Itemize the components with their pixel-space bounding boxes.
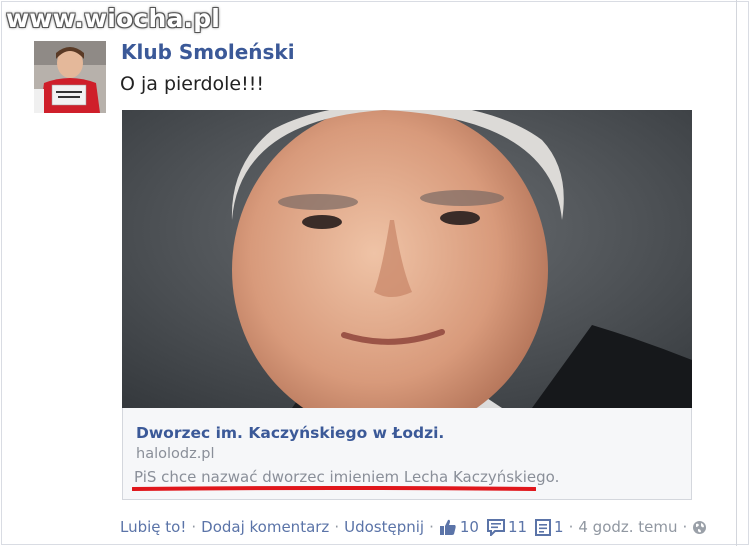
action-bar: Lubię to! · Dodaj komentarz · Udostępnij… (120, 516, 707, 538)
share-link[interactable]: Udostępnij (344, 518, 424, 536)
comments-count-button[interactable]: 11 (486, 518, 528, 536)
likes-count: 10 (459, 518, 479, 536)
red-highlight-underline (132, 486, 536, 491)
post-message: O ja pierdole!!! (120, 73, 264, 95)
likes-count-button[interactable]: 10 (439, 518, 479, 536)
shared-photo[interactable] (122, 110, 692, 408)
link-preview[interactable]: Dworzec im. Kaczyńskiego w Łodzi. halolo… (122, 408, 692, 500)
separator: · (191, 518, 197, 536)
separator: · (334, 518, 340, 536)
link-domain: halolodz.pl (136, 446, 215, 462)
comment-icon (486, 518, 505, 536)
link-title[interactable]: Dworzec im. Kaczyńskiego w Łodzi. (136, 424, 444, 442)
avatar-image (34, 41, 106, 113)
separator: · (429, 518, 434, 536)
shares-count: 1 (554, 518, 564, 536)
comments-count: 11 (507, 518, 528, 536)
right-divider (736, 0, 737, 546)
separator: · (568, 518, 574, 536)
globe-icon[interactable] (692, 520, 707, 535)
link-description: PiS chce nazwać dworzec imieniem Lecha K… (134, 468, 560, 486)
shares-count-button[interactable]: 1 (535, 518, 564, 536)
like-link[interactable]: Lubię to! (120, 518, 186, 536)
comment-link[interactable]: Dodaj komentarz (201, 518, 329, 536)
separator: · (682, 518, 688, 536)
avatar[interactable] (34, 41, 106, 113)
post-timestamp[interactable]: 4 godz. temu (578, 518, 677, 536)
watermark: www.wiocha.pl (6, 4, 221, 33)
thumbs-up-icon (439, 519, 456, 535)
share-doc-icon (535, 518, 552, 536)
author-name-link[interactable]: Klub Smoleński (121, 40, 295, 64)
portrait-image (122, 110, 692, 408)
